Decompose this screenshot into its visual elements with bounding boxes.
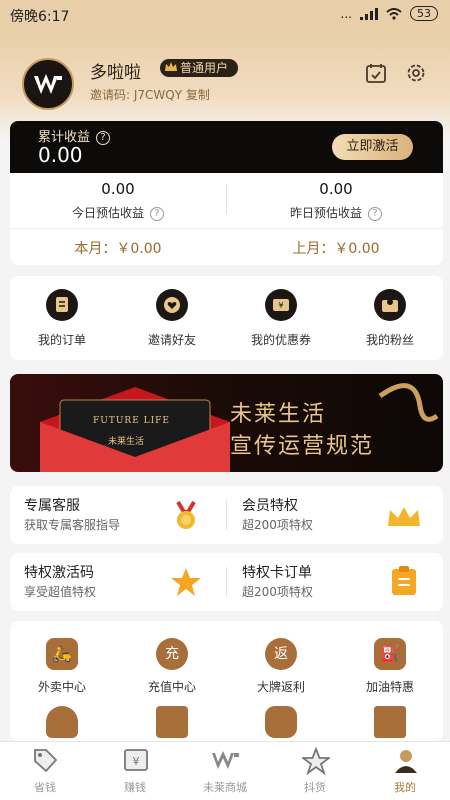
yesterday-earnings-label-row: 昨日预估收益? <box>236 204 436 221</box>
fuel-icon[interactable]: ⛽ <box>374 638 406 670</box>
calendar-checkin-icon[interactable] <box>365 62 387 84</box>
tab-save[interactable]: 省钱 <box>0 779 90 795</box>
service-subtitle: 享受超值特权 <box>24 585 97 599</box>
wifi-icon <box>386 7 402 20</box>
service-subtitle: 超200项特权 <box>242 585 313 599</box>
help-icon[interactable]: ? <box>150 207 164 221</box>
tag-icon[interactable] <box>32 747 58 775</box>
recharge-icon[interactable]: 充 <box>156 638 188 670</box>
crown-badge-icon <box>165 62 177 71</box>
quick-action-orders[interactable]: 我的订单 <box>12 331 112 348</box>
grid-item-recharge[interactable]: 充值中心 <box>122 678 222 695</box>
rebate-icon[interactable]: 返 <box>265 638 297 670</box>
tab-earn[interactable]: 赚钱 <box>90 779 180 795</box>
yesterday-earnings-label: 昨日预估收益 <box>289 206 362 220</box>
graduation-cap-icon[interactable] <box>374 706 406 738</box>
service-subtitle: 超200项特权 <box>242 518 313 532</box>
today-earnings-label: 今日预估收益 <box>71 206 144 220</box>
signal-icon <box>360 7 378 20</box>
star-icon[interactable] <box>170 566 202 598</box>
yesterday-earnings-value: 0.00 <box>319 180 353 198</box>
red-envelope-illustration <box>40 387 230 472</box>
tab-mine[interactable]: 我的 <box>360 779 450 795</box>
today-earnings-value: 0.00 <box>101 180 135 198</box>
copy-button[interactable]: 复制 <box>186 88 210 102</box>
delivery-icon[interactable]: 🛵 <box>46 638 78 670</box>
today-earnings-label-row: 今日预估收益? <box>18 204 218 221</box>
promo-banner[interactable]: FUTURE LIFE 未莱生活 <box>10 374 443 472</box>
ribbon-decoration <box>378 383 439 422</box>
grid-item-delivery[interactable]: 外卖中心 <box>12 678 112 695</box>
svg-text:¥: ¥ <box>278 301 283 310</box>
username: 多啦啦 <box>90 63 141 83</box>
clipboard-icon[interactable] <box>391 566 417 596</box>
banner-card-text: FUTURE LIFE <box>93 416 170 426</box>
grid-item-rebate[interactable]: 大牌返利 <box>231 678 331 695</box>
banner-card-sub: 未莱生活 <box>108 437 145 447</box>
rebate-glyph: 返 <box>274 646 288 662</box>
divider <box>226 500 227 530</box>
settings-gear-icon[interactable] <box>405 62 427 84</box>
quick-action-coupons[interactable]: 我的优惠券 <box>231 331 331 348</box>
battery-indicator: 53 <box>410 6 438 21</box>
help-icon[interactable]: ? <box>368 207 382 221</box>
earnings-value: 0.00 <box>38 143 83 167</box>
divider <box>10 228 443 229</box>
tab-mall[interactable]: 未莱商城 <box>180 779 270 795</box>
invite-code-row: 邀请码: J7CWQY 复制 <box>90 86 210 103</box>
this-month-earnings: 本月：￥0.00 <box>74 241 162 257</box>
coupon-icon[interactable]: ¥ <box>265 289 297 321</box>
avatar[interactable] <box>22 58 74 110</box>
status-icons: ... 53 <box>341 6 438 21</box>
star-tab-icon[interactable] <box>302 747 330 775</box>
recharge-glyph: 充 <box>165 646 179 662</box>
service-title[interactable]: 特权激活码 <box>24 562 94 582</box>
last-month-earnings: 上月：￥0.00 <box>292 241 380 257</box>
heart-icon[interactable] <box>156 289 188 321</box>
service-title[interactable]: 会员特权 <box>242 495 298 515</box>
activate-button[interactable]: 立即激活 <box>332 134 413 160</box>
divider <box>226 184 227 214</box>
order-icon[interactable] <box>46 289 78 321</box>
cake-icon[interactable] <box>46 706 78 738</box>
divider <box>226 567 227 597</box>
medal-icon[interactable] <box>172 500 200 532</box>
book-icon[interactable] <box>156 706 188 738</box>
more-dots-icon: ... <box>340 6 352 21</box>
banner-title: 未莱生活 <box>230 402 327 427</box>
brand-logo-icon <box>34 74 62 94</box>
delivery-glyph: 🛵 <box>52 644 72 663</box>
invite-code: J7CWQY <box>133 88 183 102</box>
gamepad-icon[interactable] <box>265 706 297 738</box>
tab-douhuo[interactable]: 抖货 <box>270 779 360 795</box>
service-subtitle: 获取专属客服指导 <box>24 518 121 532</box>
service-title[interactable]: 专属客服 <box>24 495 80 515</box>
grid-item-fuel[interactable]: 加油特惠 <box>340 678 440 695</box>
profile-icon[interactable] <box>392 747 420 775</box>
fuel-glyph: ⛽ <box>380 644 400 663</box>
crown-icon[interactable] <box>386 504 422 530</box>
invite-label: 邀请码: <box>90 88 131 102</box>
mall-logo-icon[interactable] <box>210 749 240 773</box>
svg-text:¥: ¥ <box>133 755 140 768</box>
help-icon[interactable]: ? <box>96 131 111 145</box>
fans-icon[interactable] <box>374 289 406 321</box>
banner-subtitle: 宣传运营规范 <box>230 434 375 459</box>
quick-action-invite[interactable]: 邀请好友 <box>122 331 222 348</box>
money-icon[interactable]: ¥ <box>122 747 150 775</box>
status-time: 傍晚6:17 <box>10 9 70 25</box>
service-title[interactable]: 特权卡订单 <box>242 562 312 582</box>
quick-action-fans[interactable]: 我的粉丝 <box>340 331 440 348</box>
